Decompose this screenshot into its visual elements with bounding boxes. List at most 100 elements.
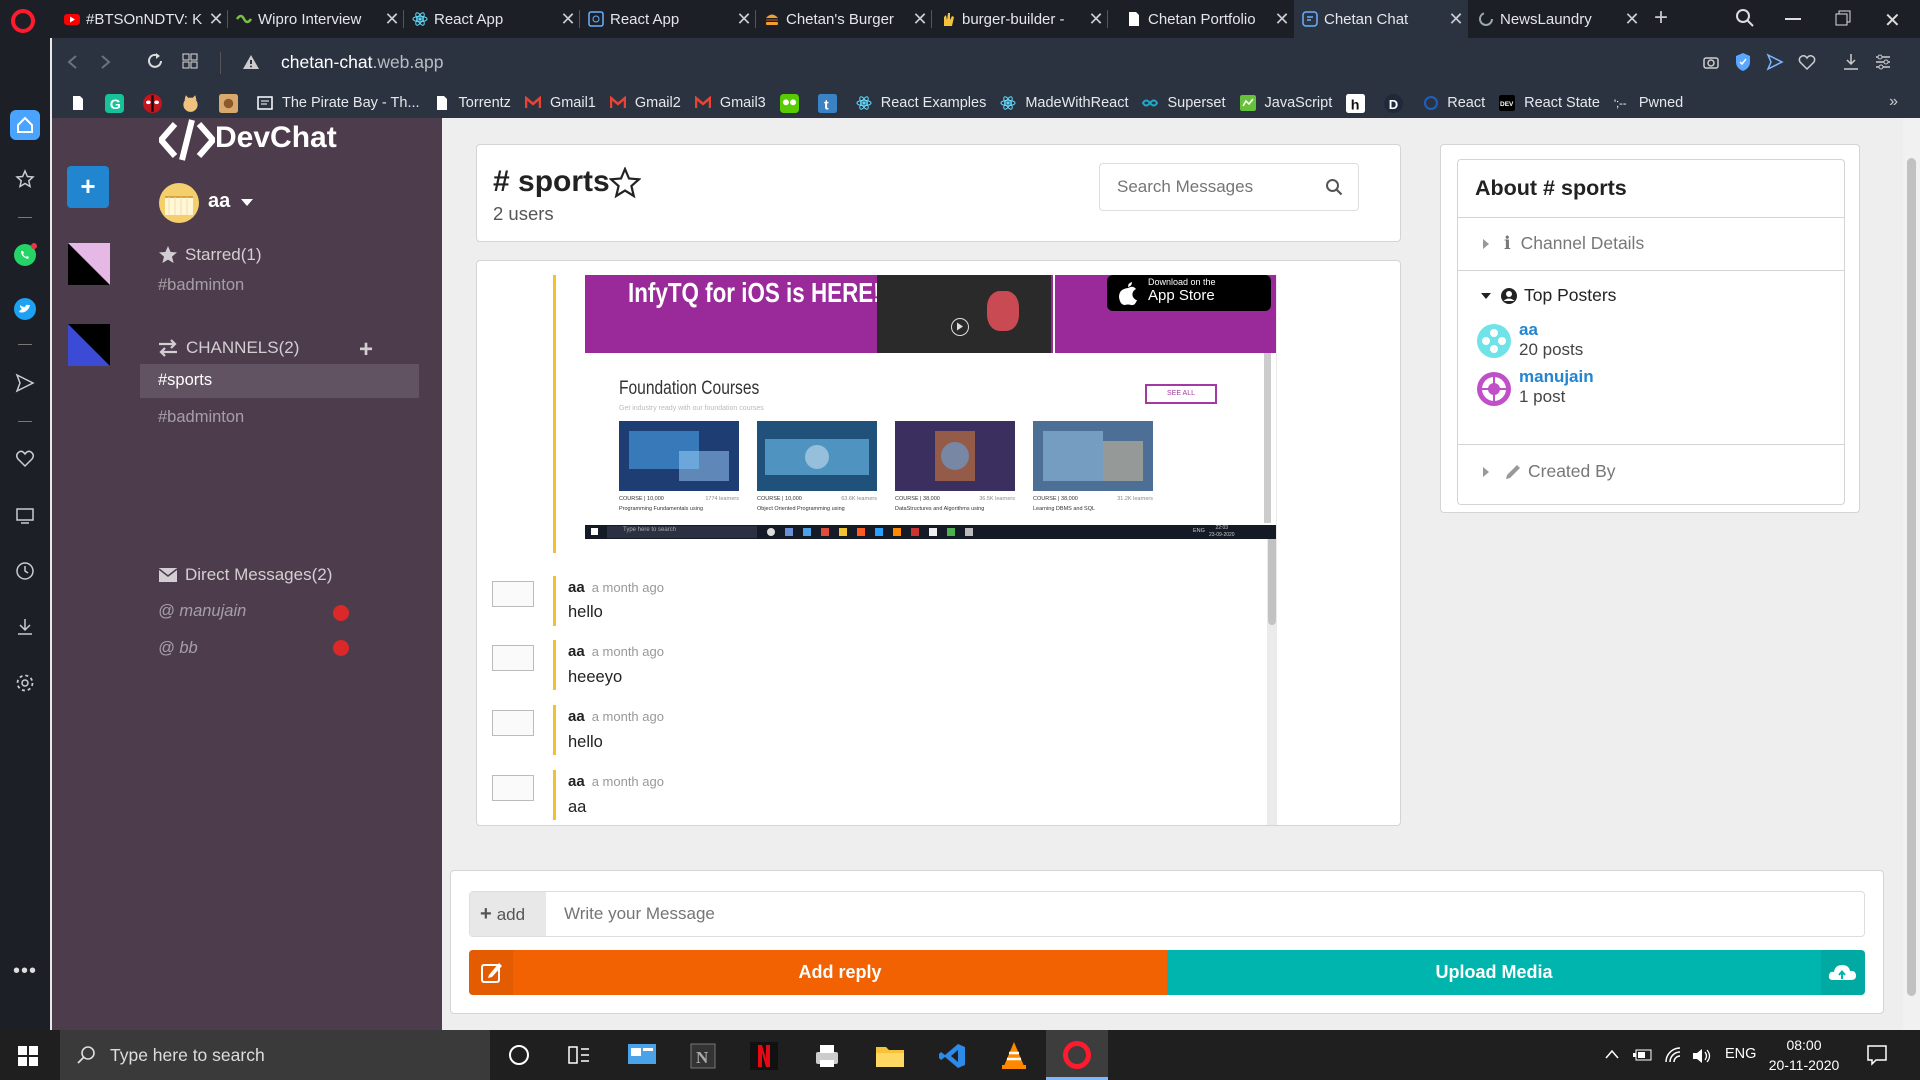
more-icon[interactable]: •••: [10, 956, 40, 986]
browser-tab[interactable]: Wipro Interview ✕: [228, 0, 404, 38]
control-panel-icon[interactable]: [627, 1042, 657, 1068]
history-icon[interactable]: [10, 556, 40, 586]
message-author[interactable]: aa: [568, 773, 585, 790]
back-icon[interactable]: [66, 54, 80, 70]
message-author[interactable]: aa: [568, 643, 585, 660]
course-card[interactable]: COURSE | 38,000 31.2K learners Learning DB…: [1033, 496, 1153, 512]
taskbar-app-opera-active[interactable]: [1046, 1030, 1108, 1080]
bookmark-heart-icon[interactable]: [1798, 53, 1816, 71]
dm-item-bb[interactable]: @ bb: [158, 639, 198, 658]
browser-tab[interactable]: Chetan's Burger ✕: [756, 0, 932, 38]
more-bookmarks-icon[interactable]: »: [1889, 93, 1898, 111]
channel-item-badminton[interactable]: #badminton: [158, 408, 244, 427]
search-input[interactable]: [1101, 165, 1311, 209]
tabs-icon[interactable]: [10, 500, 40, 530]
settings-icon[interactable]: [10, 668, 40, 698]
close-tab-icon[interactable]: ✕: [732, 9, 756, 30]
warning-icon[interactable]: [242, 54, 260, 70]
bookmark-item[interactable]: JavaScript: [1239, 95, 1332, 111]
close-tab-icon[interactable]: ✕: [1084, 9, 1108, 30]
language-indicator[interactable]: ENG: [1725, 1046, 1756, 1062]
close-window-icon[interactable]: ✕: [1884, 8, 1901, 33]
bookmark-item[interactable]: D: [1384, 93, 1412, 113]
new-tab-icon[interactable]: +: [1648, 6, 1674, 32]
search-tabs-icon[interactable]: [1735, 8, 1755, 28]
bookmark-item[interactable]: DEV React State: [1499, 95, 1600, 111]
download-icon[interactable]: [10, 612, 40, 642]
poster-avatar[interactable]: [1476, 323, 1512, 359]
add-channel-button[interactable]: +: [359, 336, 373, 364]
cortana-icon[interactable]: [509, 1045, 529, 1065]
bookmark-item[interactable]: [779, 93, 808, 113]
send-icon[interactable]: [10, 368, 40, 398]
url-field[interactable]: chetan-chat.web.app: [281, 52, 443, 73]
message-avatar[interactable]: [492, 775, 534, 801]
windows-start-icon[interactable]: [18, 1046, 38, 1066]
browser-tab[interactable]: React App ✕: [580, 0, 756, 38]
poster-avatar[interactable]: [1476, 371, 1512, 407]
course-card[interactable]: COURSE | 38,000 36.5K learners DataStructu…: [895, 496, 1015, 512]
theme-swatch[interactable]: [68, 243, 110, 285]
volume-icon[interactable]: [1692, 1047, 1712, 1065]
vlc-icon[interactable]: [1000, 1040, 1028, 1070]
top-posters-toggle[interactable]: Top Posters: [1480, 285, 1616, 306]
add-reply-button[interactable]: Add reply: [469, 950, 1167, 995]
channel-details-toggle[interactable]: i Channel Details: [1482, 233, 1644, 254]
flow-send-icon[interactable]: [1766, 53, 1784, 71]
message-author[interactable]: aa: [568, 708, 585, 725]
message-input[interactable]: [548, 892, 1858, 936]
chevron-up-icon[interactable]: [1604, 1048, 1620, 1060]
forward-icon[interactable]: [98, 54, 112, 70]
app-store-badge[interactable]: Download on the App Store: [1107, 275, 1271, 311]
shield-icon[interactable]: [1734, 52, 1752, 72]
bookmark-item[interactable]: [143, 93, 171, 113]
dm-item-manujain[interactable]: @ manujain: [158, 602, 246, 621]
bookmark-item[interactable]: h: [1346, 93, 1374, 113]
created-by-toggle[interactable]: Created By: [1482, 461, 1616, 482]
close-tab-icon[interactable]: ✕: [908, 9, 932, 30]
bookmark-item[interactable]: MadeWithReact: [1000, 95, 1128, 111]
close-tab-icon[interactable]: ✕: [556, 9, 580, 30]
battery-icon[interactable]: [1633, 1047, 1653, 1063]
page-scrollbar[interactable]: [1903, 118, 1920, 1030]
task-view-icon[interactable]: [568, 1045, 590, 1065]
taskbar-search-box[interactable]: Type here to search: [60, 1030, 490, 1080]
browser-tab[interactable]: React App ✕: [404, 0, 580, 38]
bookmark-item[interactable]: t: [817, 93, 846, 113]
course-card[interactable]: COURSE | 10,000 1774 learners Programming …: [619, 496, 739, 512]
user-name[interactable]: aa: [208, 190, 230, 213]
printer-icon[interactable]: [813, 1042, 841, 1070]
avatar[interactable]: [159, 183, 199, 223]
notion-icon[interactable]: N: [689, 1042, 717, 1070]
bookmark-item[interactable]: ';-- Pwned: [1614, 95, 1683, 111]
whatsapp-icon[interactable]: [10, 240, 40, 270]
opera-logo-icon[interactable]: [11, 9, 35, 33]
browser-tab[interactable]: #BTSOnNDTV: K ✕: [56, 0, 228, 38]
message-image[interactable]: InfyTQ for iOS is HERE! Download on the …: [585, 275, 1276, 539]
message-avatar[interactable]: [492, 581, 534, 607]
restore-icon[interactable]: [1835, 10, 1851, 26]
heart-icon[interactable]: [10, 444, 40, 474]
bookmark-item[interactable]: Torrentz: [434, 95, 511, 111]
bookmark-item[interactable]: React: [1422, 95, 1485, 111]
starred-item[interactable]: #badminton: [158, 276, 244, 295]
search-icon[interactable]: [1325, 178, 1343, 196]
easy-setup-icon[interactable]: [1874, 53, 1892, 71]
netflix-icon[interactable]: [750, 1042, 778, 1070]
caret-down-icon[interactable]: [240, 198, 254, 207]
bookmark-item[interactable]: Superset: [1142, 95, 1226, 111]
add-attachment-button[interactable]: + add: [470, 892, 546, 936]
notifications-icon[interactable]: [1866, 1044, 1888, 1066]
minimize-icon[interactable]: [1785, 18, 1801, 20]
close-tab-icon[interactable]: ✕: [204, 9, 228, 30]
channel-item-sports[interactable]: #sports: [158, 371, 212, 390]
see-all-button[interactable]: SEE ALL: [1145, 384, 1217, 404]
upload-media-button[interactable]: Upload Media: [1167, 950, 1865, 995]
poster-name[interactable]: aa: [1519, 320, 1538, 340]
browser-tab[interactable]: NewsLaundry ✕: [1470, 0, 1644, 38]
add-color-button[interactable]: +: [67, 166, 109, 208]
bookmark-item[interactable]: G: [105, 93, 133, 113]
clock[interactable]: 08:00 20-11-2020: [1766, 1035, 1842, 1075]
poster-name[interactable]: manujain: [1519, 367, 1594, 387]
browser-tab[interactable]: burger-builder - ✕: [932, 0, 1108, 38]
